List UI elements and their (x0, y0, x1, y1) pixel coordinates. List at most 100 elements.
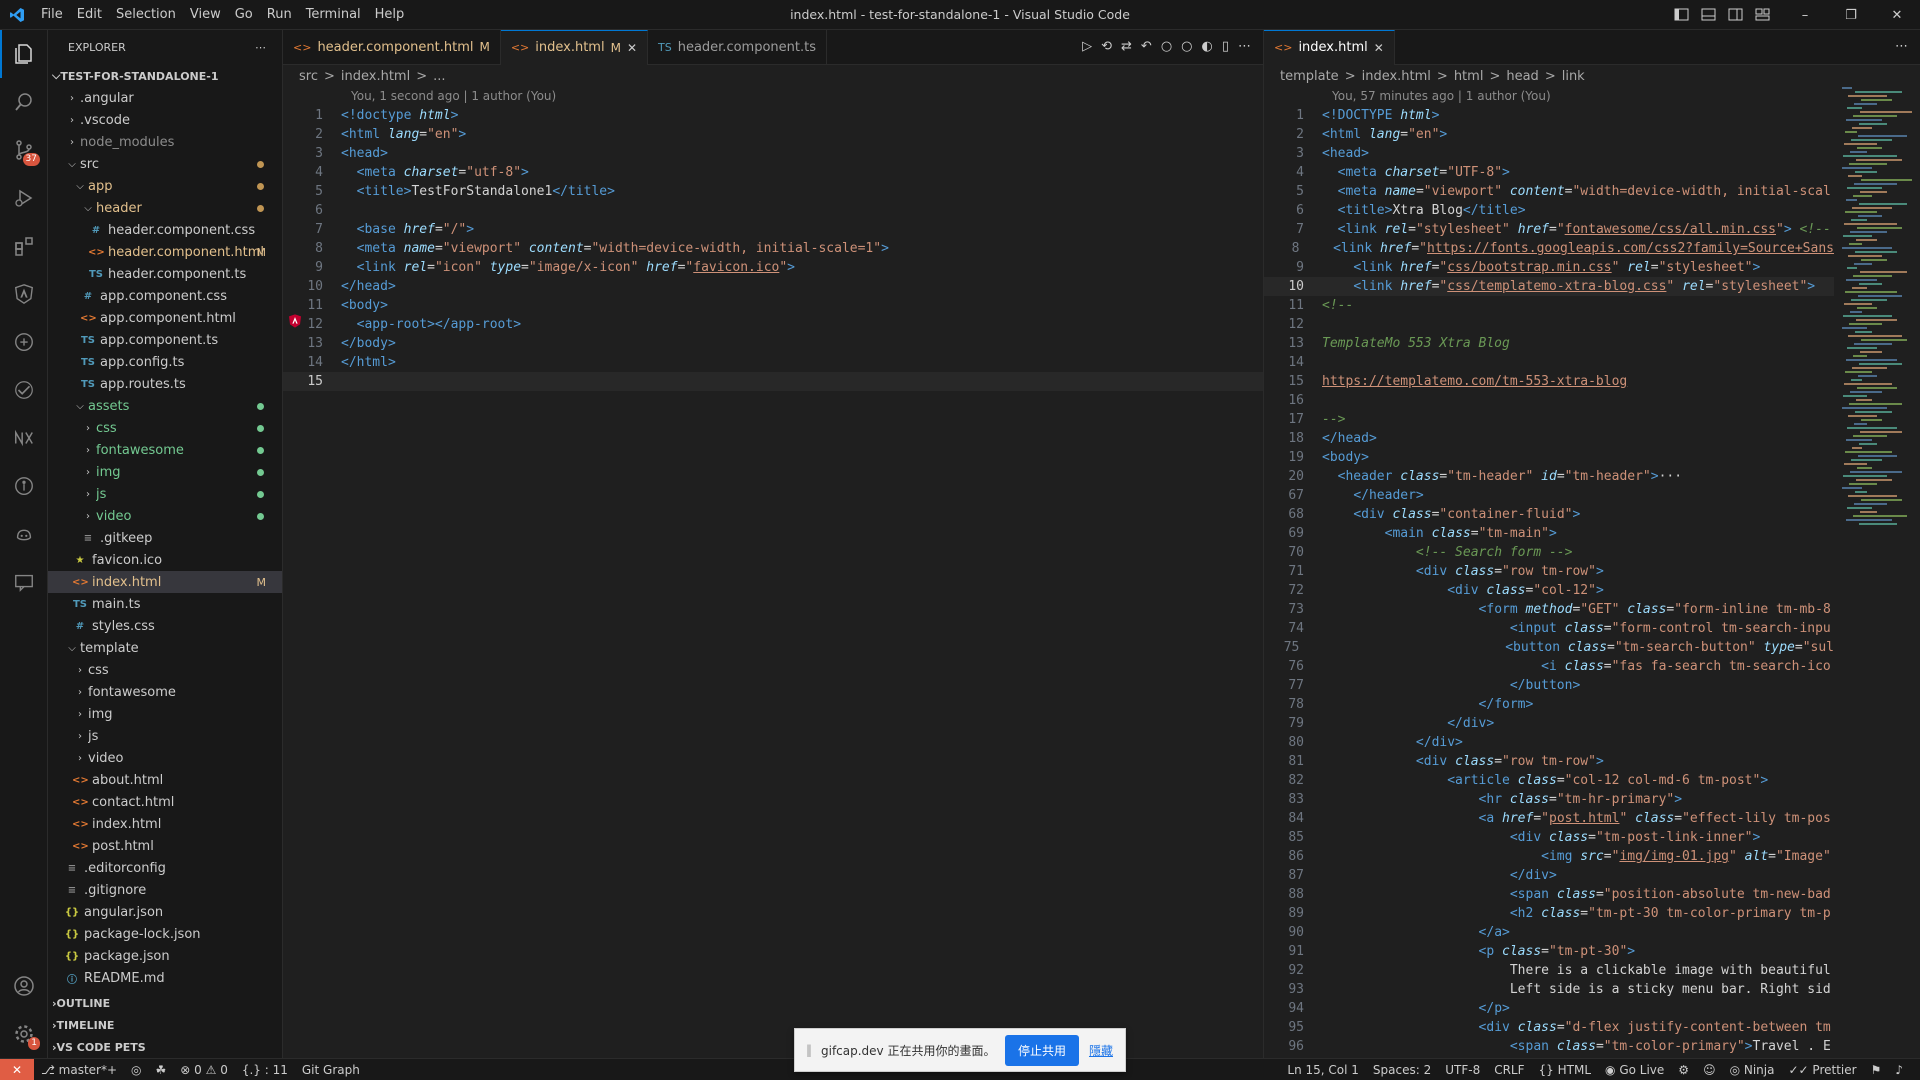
cursor-position[interactable]: Ln 15, Col 1 (1280, 1063, 1366, 1077)
file-item[interactable]: <> app.component.html (48, 307, 282, 329)
file-item[interactable]: <> about.html (48, 769, 282, 791)
menu-file[interactable]: File (34, 7, 70, 22)
file-item[interactable]: ★ favicon.ico (48, 549, 282, 571)
encoding[interactable]: UTF-8 (1438, 1063, 1487, 1077)
file-item[interactable]: ≡ .gitkeep (48, 527, 282, 549)
file-item[interactable]: TS app.component.ts (48, 329, 282, 351)
folder-item[interactable]: › .angular (48, 87, 282, 109)
folder-item[interactable]: › img (48, 703, 282, 725)
go-live-button[interactable]: ◉ Go Live (1598, 1063, 1671, 1077)
minimap-right[interactable] (1842, 87, 1912, 537)
gitlens-icon[interactable] (0, 462, 48, 510)
copilot-status-icon[interactable]: ⚙ (1671, 1063, 1696, 1077)
close-tab-icon[interactable]: ✕ (627, 41, 637, 55)
timeline-section[interactable]: › TIMELINE (48, 1014, 283, 1036)
vscode-pets-section[interactable]: › VS CODE PETS (48, 1036, 283, 1058)
file-item[interactable]: # header.component.css (48, 219, 282, 241)
git-graph-button[interactable]: Git Graph (295, 1063, 367, 1077)
nx-console-icon[interactable] (0, 414, 48, 462)
breadcrumb-item[interactable]: head (1506, 69, 1538, 84)
explorer-icon[interactable] (0, 30, 48, 78)
menu-view[interactable]: View (183, 7, 228, 22)
stop-sharing-button[interactable]: 停止共用 (1004, 1034, 1079, 1066)
minimize-icon[interactable]: – (1782, 0, 1828, 30)
folder-item[interactable]: › video (48, 747, 282, 769)
menu-edit[interactable]: Edit (70, 7, 109, 22)
folder-item[interactable]: ⌵ assets (48, 395, 282, 417)
toggle-primary-sidebar-icon[interactable] (1674, 7, 1689, 22)
file-item[interactable]: TS header.component.ts (48, 263, 282, 285)
circle-icon[interactable]: ○ (1161, 39, 1172, 54)
accounts-icon[interactable] (0, 962, 48, 1010)
breadcrumb-item[interactable]: ... (433, 69, 445, 84)
folder-item[interactable]: ⌵ app (48, 175, 282, 197)
file-item[interactable]: ≡ .editorconfig (48, 857, 282, 879)
more-actions-icon[interactable]: ⋯ (1895, 39, 1908, 54)
problems-indicator[interactable]: ⊗ 0 ⚠ 0 (173, 1063, 235, 1077)
hide-button[interactable]: 隱藏 (1089, 1042, 1113, 1059)
file-item[interactable]: {} angular.json (48, 901, 282, 923)
file-item[interactable]: <> header.component.html M (48, 241, 282, 263)
language-mode[interactable]: {} HTML (1532, 1063, 1599, 1077)
sync-icon[interactable]: ◎ (124, 1063, 148, 1077)
search-icon[interactable] (0, 78, 48, 126)
menu-terminal[interactable]: Terminal (299, 7, 368, 22)
ninja-button[interactable]: ◎ Ninja (1723, 1063, 1782, 1077)
folder-item[interactable]: › css (48, 417, 282, 439)
feedback-icon[interactable]: ☺ (1696, 1063, 1723, 1077)
branch-indicator[interactable]: ⎇ master*+ (34, 1063, 124, 1077)
file-item[interactable]: TS app.config.ts (48, 351, 282, 373)
breadcrumb-item[interactable]: index.html (341, 69, 410, 84)
file-item[interactable]: TS app.routes.ts (48, 373, 282, 395)
extensions-icon[interactable] (0, 222, 48, 270)
remote-explorer-icon[interactable] (0, 318, 48, 366)
toggle-panel-icon[interactable] (1701, 7, 1716, 22)
file-item[interactable]: ⓘ README.md (48, 967, 282, 989)
close-window-icon[interactable]: ✕ (1874, 0, 1920, 30)
gitlens-compare-icon[interactable]: ◐ (1202, 39, 1213, 54)
workspace-root[interactable]: ⌵ TEST-FOR-STANDALONE-1 (48, 65, 282, 87)
folder-item[interactable]: › fontawesome (48, 681, 282, 703)
breadcrumb-item[interactable]: src (299, 69, 318, 84)
prettier-button[interactable]: ✓✓ Prettier (1781, 1063, 1863, 1077)
file-item[interactable]: <> contact.html (48, 791, 282, 813)
file-item[interactable]: <> index.html (48, 813, 282, 835)
file-item[interactable]: # styles.css (48, 615, 282, 637)
code-editor-left[interactable]: You, 1 second ago | 1 author (You) 1 <!do… (283, 87, 1263, 391)
file-item[interactable]: <> post.html (48, 835, 282, 857)
folder-item[interactable]: ⌵ src (48, 153, 282, 175)
source-control-icon[interactable]: 37 (0, 126, 48, 174)
accounts-status-icon[interactable]: ⚑ (1864, 1063, 1889, 1077)
compare-icon[interactable]: ⇄ (1121, 39, 1132, 54)
split-editor-icon[interactable]: ▯ (1222, 39, 1229, 54)
folder-item[interactable]: › video (48, 505, 282, 527)
breadcrumb-item[interactable]: html (1454, 69, 1484, 84)
more-actions-icon[interactable]: ⋯ (255, 41, 266, 54)
file-item[interactable]: {} package.json (48, 945, 282, 967)
editor-tab[interactable]: <> index.html M ✕ (500, 29, 648, 65)
menu-go[interactable]: Go (228, 7, 260, 22)
code-editor-right[interactable]: You, 57 minutes ago | 1 author (You) 1 <!… (1264, 87, 1834, 1056)
toggle-secondary-sidebar-icon[interactable] (1728, 7, 1743, 22)
drag-handle-icon[interactable]: ‖ (801, 1043, 817, 1057)
breadcrumb-item[interactable]: index.html (1362, 69, 1431, 84)
menu-selection[interactable]: Selection (109, 7, 183, 22)
remote-indicator-icon[interactable]: ✕ (0, 1058, 34, 1080)
more-actions-icon[interactable]: ⋯ (1238, 39, 1251, 54)
customize-layout-icon[interactable] (1755, 7, 1770, 22)
editor-tab[interactable]: <> index.html ✕ (1264, 29, 1395, 65)
run-icon[interactable]: ▷ (1082, 39, 1092, 54)
chat-icon[interactable] (0, 558, 48, 606)
git-tool-icon[interactable]: ☘ (149, 1063, 174, 1077)
file-item[interactable]: # app.component.css (48, 285, 282, 307)
circle-icon[interactable]: ○ (1181, 39, 1192, 54)
history-icon[interactable]: ⟲ (1101, 39, 1112, 54)
close-tab-icon[interactable]: ✕ (1374, 41, 1384, 55)
folder-item[interactable]: › js (48, 725, 282, 747)
angular-icon[interactable] (0, 270, 48, 318)
editor-tab[interactable]: <> header.component.html M (283, 29, 501, 65)
folder-item[interactable]: ⌵ header (48, 197, 282, 219)
folder-item[interactable]: › node_modules (48, 131, 282, 153)
folder-item[interactable]: › fontawesome (48, 439, 282, 461)
folder-item[interactable]: › .vscode (48, 109, 282, 131)
